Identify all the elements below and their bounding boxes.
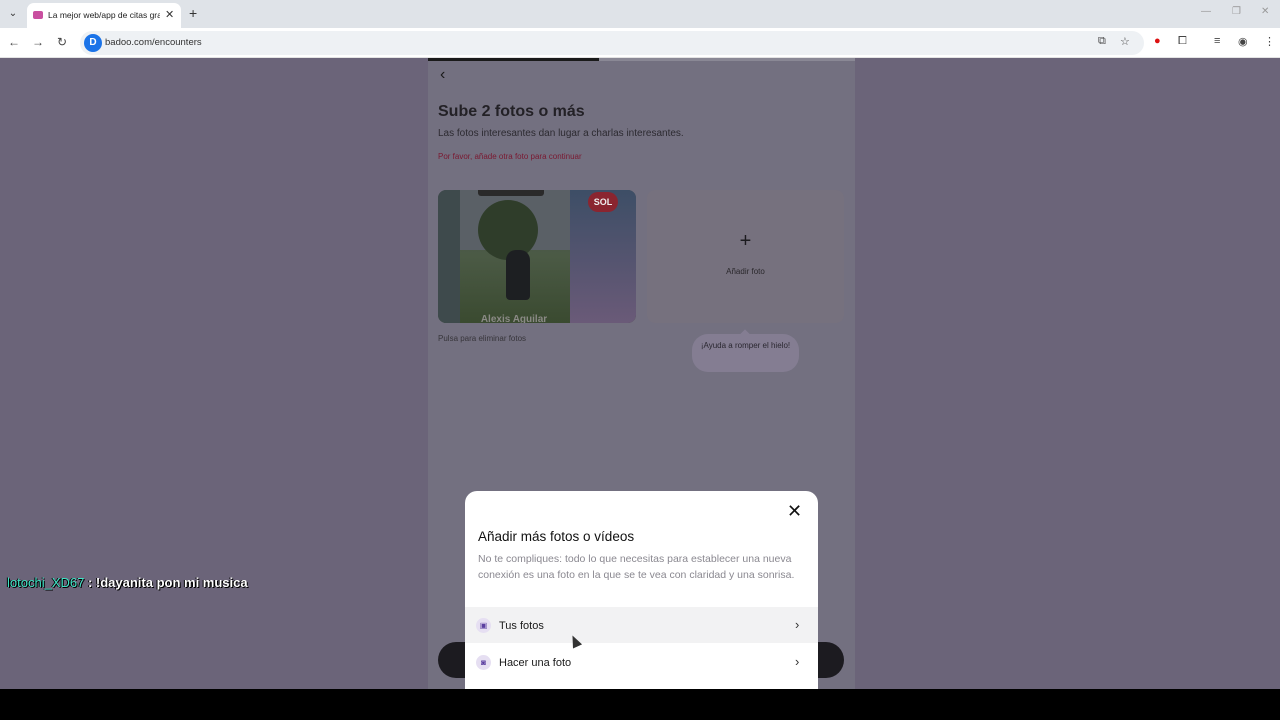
progress-bar-track [599,58,855,61]
back-arrow-icon[interactable]: ← [6,34,22,50]
sheet-description: No te compliques: todo lo que necesitas … [478,553,795,581]
photo-tree [478,200,538,260]
bottom-black-bar [0,689,1280,720]
chat-text: : !dayanita pon mi musica [87,575,248,590]
bookmark-star-icon[interactable]: ☆ [1120,35,1130,48]
tab-title: La mejor web/app de citas grat [48,10,160,20]
page-subtitle: Las fotos interesantes dan lugar a charl… [438,128,684,139]
option-label: Tus fotos [499,620,544,632]
chevron-right-icon: › [795,654,800,669]
gallery-icon: ▣ [476,618,491,633]
page-title: Sube 2 fotos o más [438,103,585,120]
forward-arrow-icon[interactable]: → [30,34,46,50]
photo-banner [478,190,544,196]
address-bar[interactable]: D badoo.com/encounters ⧉ ☆ [80,31,1144,55]
photo-frame-left [438,190,460,323]
close-icon[interactable]: ✕ [787,501,802,522]
tooltip-text: ¡Ayuda a romper el hielo! [700,341,791,350]
uploaded-photo[interactable]: SOL Alexis Aguilar [438,190,636,323]
option-your-photos[interactable]: ▣ Tus fotos › [465,607,818,643]
media-controls-icon[interactable]: ≡ [1214,35,1220,47]
browser-tab[interactable]: La mejor web/app de citas grat ✕ [27,3,181,28]
reload-icon[interactable]: ↻ [54,34,70,50]
option-label: Hacer una foto [499,657,572,669]
add-photo-label: Añadir foto [726,267,765,276]
chat-username: lotochi_XD67 [7,575,85,590]
url-text[interactable]: badoo.com/encounters [105,37,202,48]
option-take-photo[interactable]: ◙ Hacer una foto › [465,644,818,680]
error-message: Por favor, añade otra foto para continua… [438,152,582,161]
add-photo-button[interactable]: + Añadir foto [647,190,844,323]
photo-sticker: SOL [588,192,618,212]
opera-extension-icon[interactable]: ● [1154,35,1161,47]
photo-caption: Alexis Aguilar [480,314,548,323]
tab-search-icon[interactable]: ⌄ [5,6,21,22]
profile-icon[interactable]: ◉ [1238,35,1248,48]
back-chevron-icon[interactable]: ‹ [440,66,445,84]
badoo-favicon-icon [33,11,43,19]
photo-person [506,250,530,300]
add-media-sheet: ✕ Añadir más fotos o vídeos No te compli… [465,491,818,689]
progress-bar-fill [428,58,599,61]
remove-photos-hint: Pulsa para eliminar fotos [438,334,527,343]
menu-kebab-icon[interactable]: ⋮ [1264,35,1275,48]
camera-icon: ◙ [476,655,491,670]
browser-toolbar: ← → ↻ D badoo.com/encounters ⧉ ☆ ● ⧠ ≡ ◉… [0,28,1280,58]
minimize-icon[interactable]: — [1201,6,1211,17]
plus-icon: + [739,230,752,252]
restore-icon[interactable]: ❐ [1232,6,1241,17]
browser-tab-bar: ⌄ La mejor web/app de citas grat ✕ + — ❐… [0,0,1280,28]
sheet-title: Añadir más fotos o vídeos [478,529,635,544]
chevron-right-icon: › [795,617,800,632]
site-info-icon[interactable]: D [84,34,102,52]
install-app-icon[interactable]: ⧉ [1098,35,1106,48]
new-tab-icon[interactable]: + [189,5,197,21]
extensions-icon[interactable]: ⧠ [1178,35,1187,48]
close-tab-icon[interactable]: ✕ [165,8,174,21]
page-overlay: ‹ Sube 2 fotos o más Las fotos interesan… [0,58,1280,689]
chat-message: lotochi_XD67 : !dayanita pon mi musica [7,575,248,590]
icebreaker-tooltip: ¡Ayuda a romper el hielo! [692,329,799,372]
window-close-icon[interactable]: ✕ [1261,6,1269,17]
